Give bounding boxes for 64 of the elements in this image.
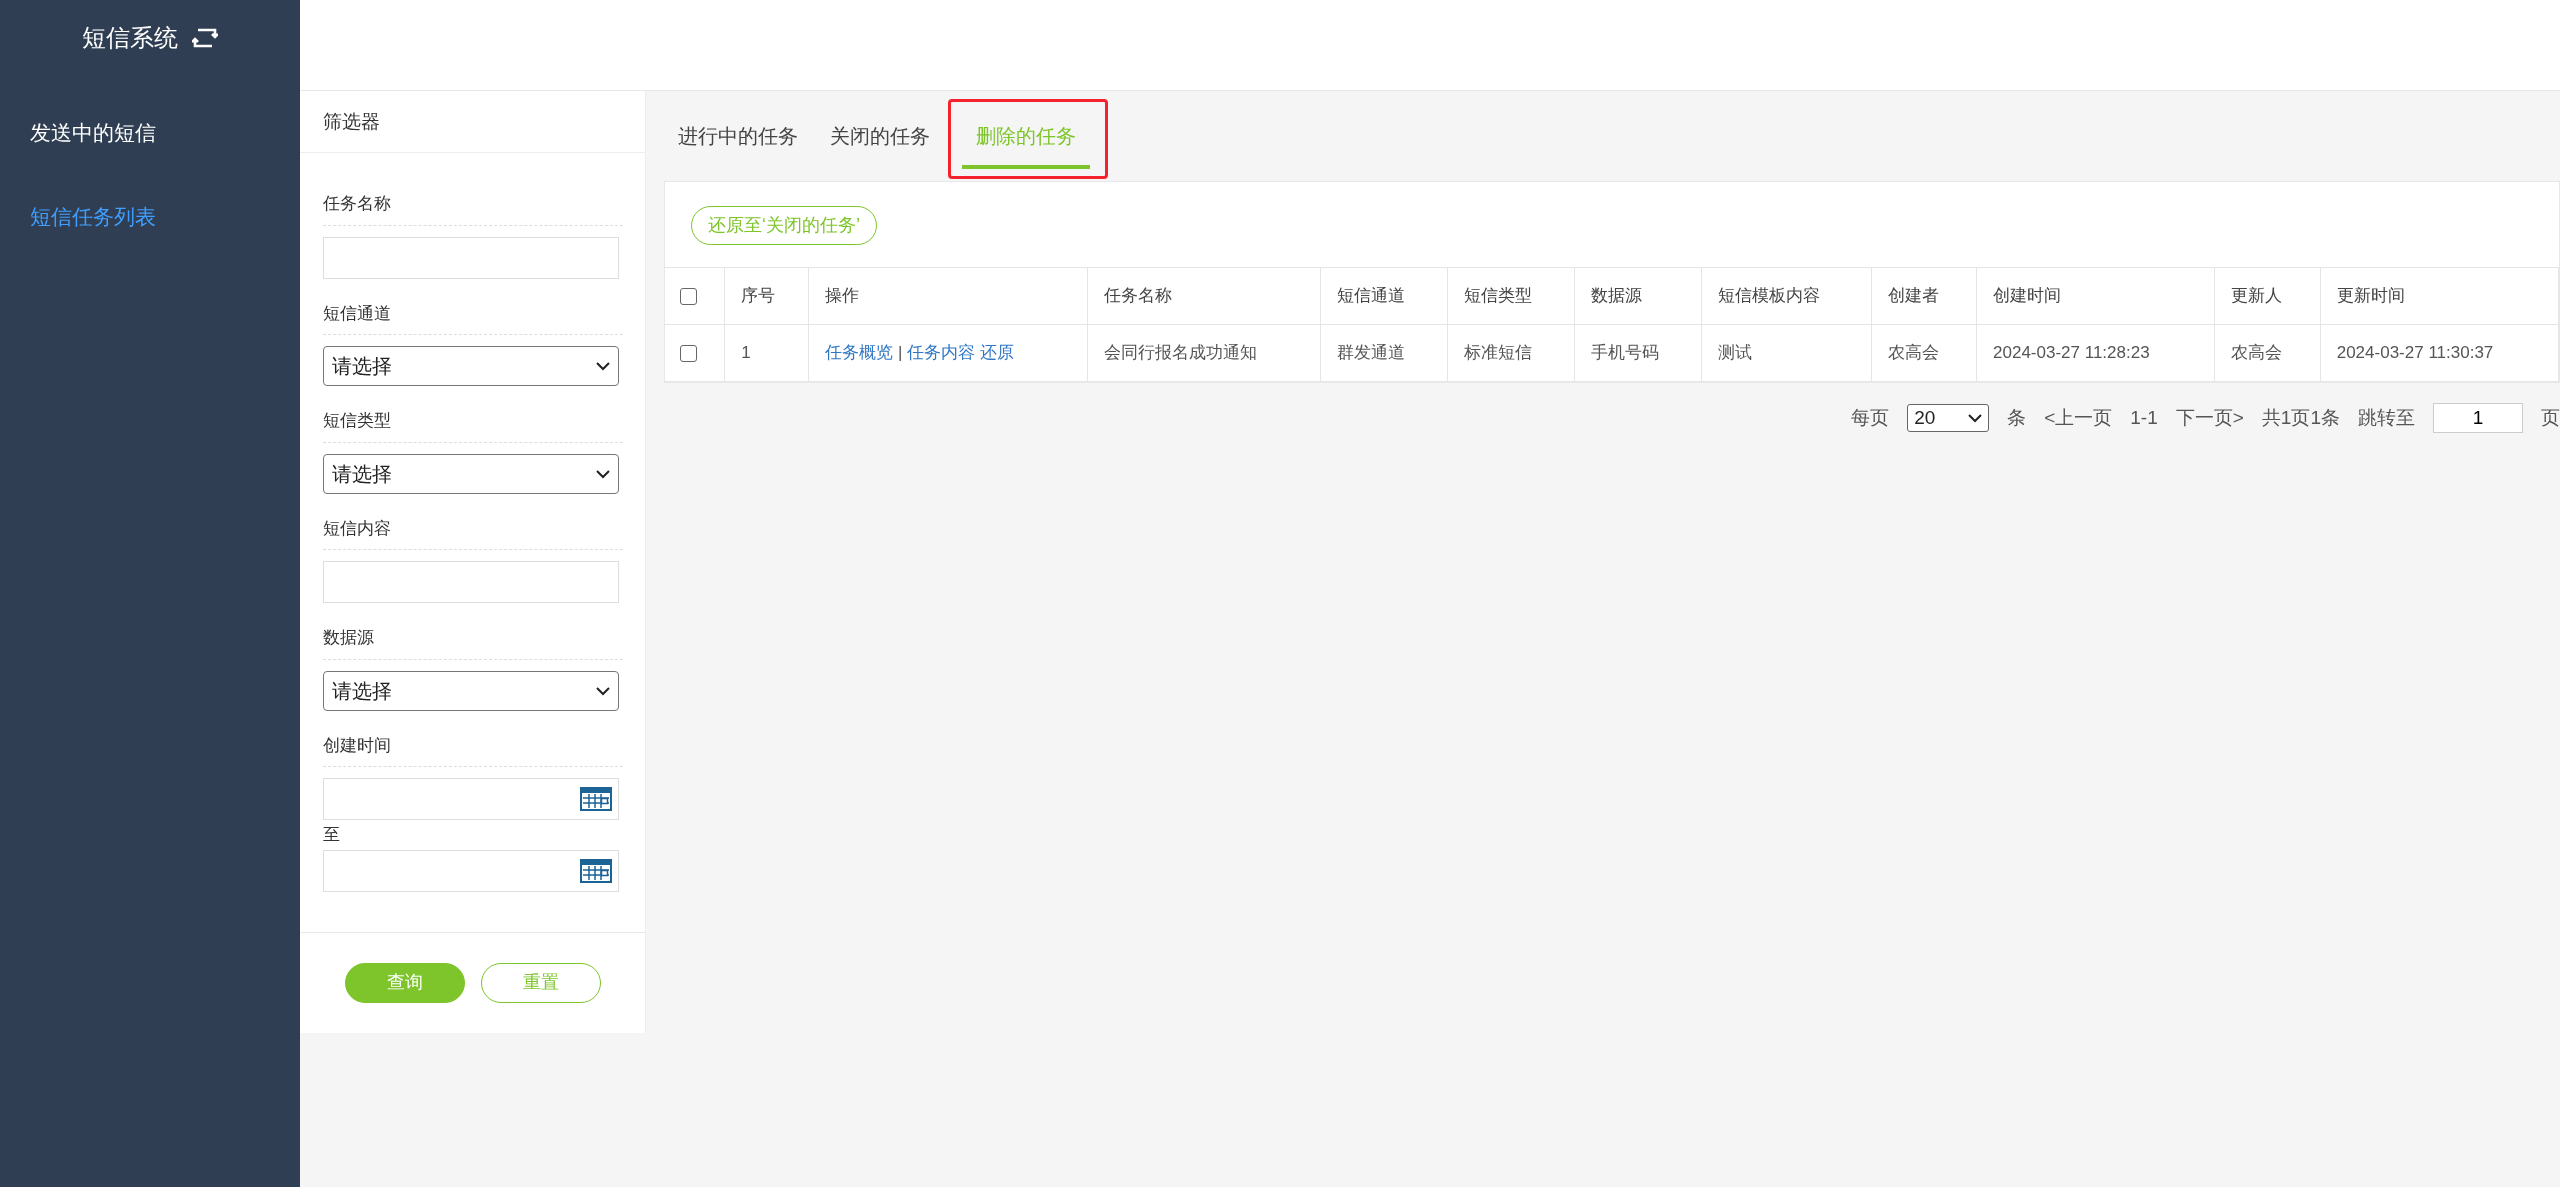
column-header: 更新时间 — [2320, 267, 2559, 325]
table-cell: 手机号码 — [1574, 324, 1702, 382]
field-label: 数据源 — [323, 615, 623, 660]
table-cell: 标准短信 — [1447, 324, 1575, 382]
checkbox[interactable] — [680, 345, 697, 363]
select-field[interactable]: 请选择 — [323, 453, 619, 494]
column-header: 操作 — [808, 267, 1088, 325]
sidebar-item[interactable]: 发送中的短信 — [0, 91, 300, 175]
chevron-icon — [596, 685, 610, 696]
page-range: 1-1 — [2130, 405, 2158, 430]
chevron-icon — [596, 361, 610, 371]
filter-title: 筛选器 — [300, 91, 645, 153]
chevron-icon — [596, 468, 610, 479]
table-cell: 2024-03-27 11:30:37 — [2320, 324, 2559, 382]
column-header: 短信类型 — [1447, 267, 1575, 325]
action-link[interactable]: 任务内容 — [907, 343, 976, 363]
page-size-select[interactable]: 20 — [1907, 404, 1990, 432]
table-cell: 测试 — [1701, 324, 1871, 382]
calendar-icon[interactable] — [580, 858, 612, 883]
jump-label: 跳转至 — [2358, 405, 2415, 430]
tab[interactable]: 关闭的任务 — [816, 109, 944, 169]
field-label: 短信通道 — [323, 290, 623, 335]
checkbox[interactable] — [680, 288, 697, 306]
column-header: 短信通道 — [1320, 267, 1448, 325]
date-field[interactable] — [323, 849, 619, 892]
next-page-link[interactable]: 下一页> — [2175, 403, 2244, 433]
field-label: 短信内容 — [323, 505, 623, 550]
app-title: 短信系统 — [82, 22, 178, 53]
per-page-label: 每页 — [1851, 405, 1890, 430]
column-header: 数据源 — [1574, 267, 1702, 325]
table-cell: 1 — [724, 324, 809, 382]
table-cell: 群发通道 — [1320, 324, 1448, 382]
page-input[interactable]: 1 — [2433, 403, 2523, 433]
tab[interactable]: 进行中的任务 — [664, 109, 812, 169]
sidebar-item[interactable]: 短信任务列表 — [0, 175, 300, 259]
column-header: 短信模板内容 — [1701, 267, 1871, 325]
select-field[interactable]: 请选择 — [323, 670, 619, 711]
total-label: 共1页1条 — [2261, 405, 2340, 430]
column-header: 更新人 — [2214, 267, 2321, 325]
field-label: 短信类型 — [323, 398, 623, 443]
select-field[interactable]: 请选择 — [323, 346, 619, 386]
action-link[interactable]: 任务概览 — [825, 343, 894, 363]
chevron-icon — [1968, 413, 1983, 423]
input-field[interactable] — [323, 236, 619, 279]
prev-page-link[interactable]: <上一页 — [2044, 403, 2113, 433]
column-header: 创建者 — [1871, 267, 1977, 325]
page-unit-label: 页 — [2541, 405, 2560, 430]
input-field[interactable] — [323, 561, 619, 603]
calendar-icon[interactable] — [580, 787, 612, 811]
field-label: 创建时间 — [323, 722, 623, 767]
table-cell: 2024-03-27 11:28:23 — [1976, 324, 2215, 382]
table-cell: 农高会 — [1871, 324, 1977, 382]
action-link[interactable]: 还原 — [979, 343, 1014, 363]
table-cell: 农高会 — [2214, 324, 2321, 382]
unit-label: 条 — [2007, 405, 2027, 430]
range-separator: 至 — [323, 824, 341, 846]
column-header: 序号 — [724, 267, 809, 325]
link-separator: | — [898, 343, 903, 363]
column-header: 任务名称 — [1087, 267, 1321, 325]
date-field[interactable] — [323, 778, 619, 820]
column-header: 创建时间 — [1976, 267, 2215, 325]
field-label: 任务名称 — [323, 181, 623, 226]
swap-icon[interactable] — [192, 26, 218, 49]
table-cell: 会同行报名成功通知 — [1087, 324, 1321, 382]
